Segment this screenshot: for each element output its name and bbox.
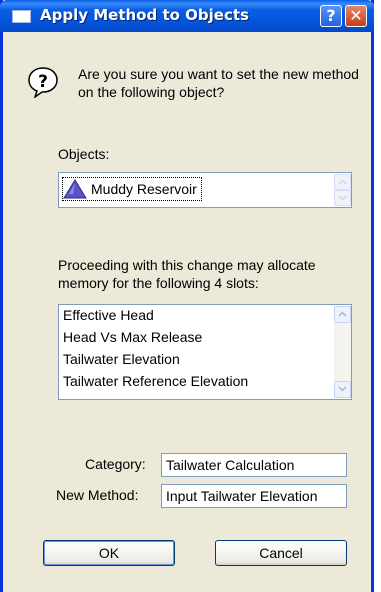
scroll-down-button[interactable]: [334, 190, 351, 206]
list-item-object[interactable]: Muddy Reservoir: [62, 177, 202, 201]
ok-button[interactable]: OK: [43, 540, 175, 566]
objects-label: Objects:: [58, 146, 110, 162]
chevron-down-icon: [338, 386, 347, 392]
objects-list[interactable]: Muddy Reservoir: [58, 172, 352, 208]
chevron-up-icon: [338, 311, 347, 317]
category-field[interactable]: Tailwater Calculation: [161, 453, 347, 477]
slots-scrollbar[interactable]: [334, 306, 351, 398]
close-button[interactable]: ✕: [345, 5, 367, 27]
new-method-label: New Method:: [56, 487, 139, 503]
question-icon: ?: [28, 67, 58, 98]
scroll-up-button[interactable]: [334, 174, 351, 190]
slots-list[interactable]: Effective Head Head Vs Max Release Tailw…: [58, 304, 352, 400]
window-icon: [12, 10, 31, 23]
list-item-slot[interactable]: Effective Head: [63, 307, 154, 323]
scroll-up-button[interactable]: [334, 306, 351, 323]
title-bar[interactable]: Apply Method to Objects ? ✕: [0, 0, 374, 32]
cancel-button[interactable]: Cancel: [215, 540, 347, 566]
window-title: Apply Method to Objects: [40, 6, 249, 24]
reservoir-triangle-icon: [63, 179, 87, 199]
help-button[interactable]: ?: [320, 5, 342, 27]
svg-text:?: ?: [38, 72, 48, 92]
list-item-slot[interactable]: Tailwater Reference Elevation: [63, 373, 248, 389]
list-item-slot[interactable]: Head Vs Max Release: [63, 329, 202, 345]
chevron-up-icon: [338, 179, 347, 185]
scroll-down-button[interactable]: [334, 381, 351, 398]
chevron-down-icon: [338, 195, 347, 201]
object-name: Muddy Reservoir: [91, 181, 197, 197]
confirmation-message: Are you sure you want to set the new met…: [78, 66, 359, 100]
category-label: Category:: [85, 456, 146, 472]
new-method-field[interactable]: Input Tailwater Elevation: [161, 484, 347, 508]
dialog-window: Apply Method to Objects ? ✕ ? Are you su…: [0, 0, 374, 592]
objects-scrollbar[interactable]: [334, 174, 351, 206]
list-item-slot[interactable]: Tailwater Elevation: [63, 351, 180, 367]
slots-explanation: Proceeding with this change may allocate…: [58, 257, 316, 291]
